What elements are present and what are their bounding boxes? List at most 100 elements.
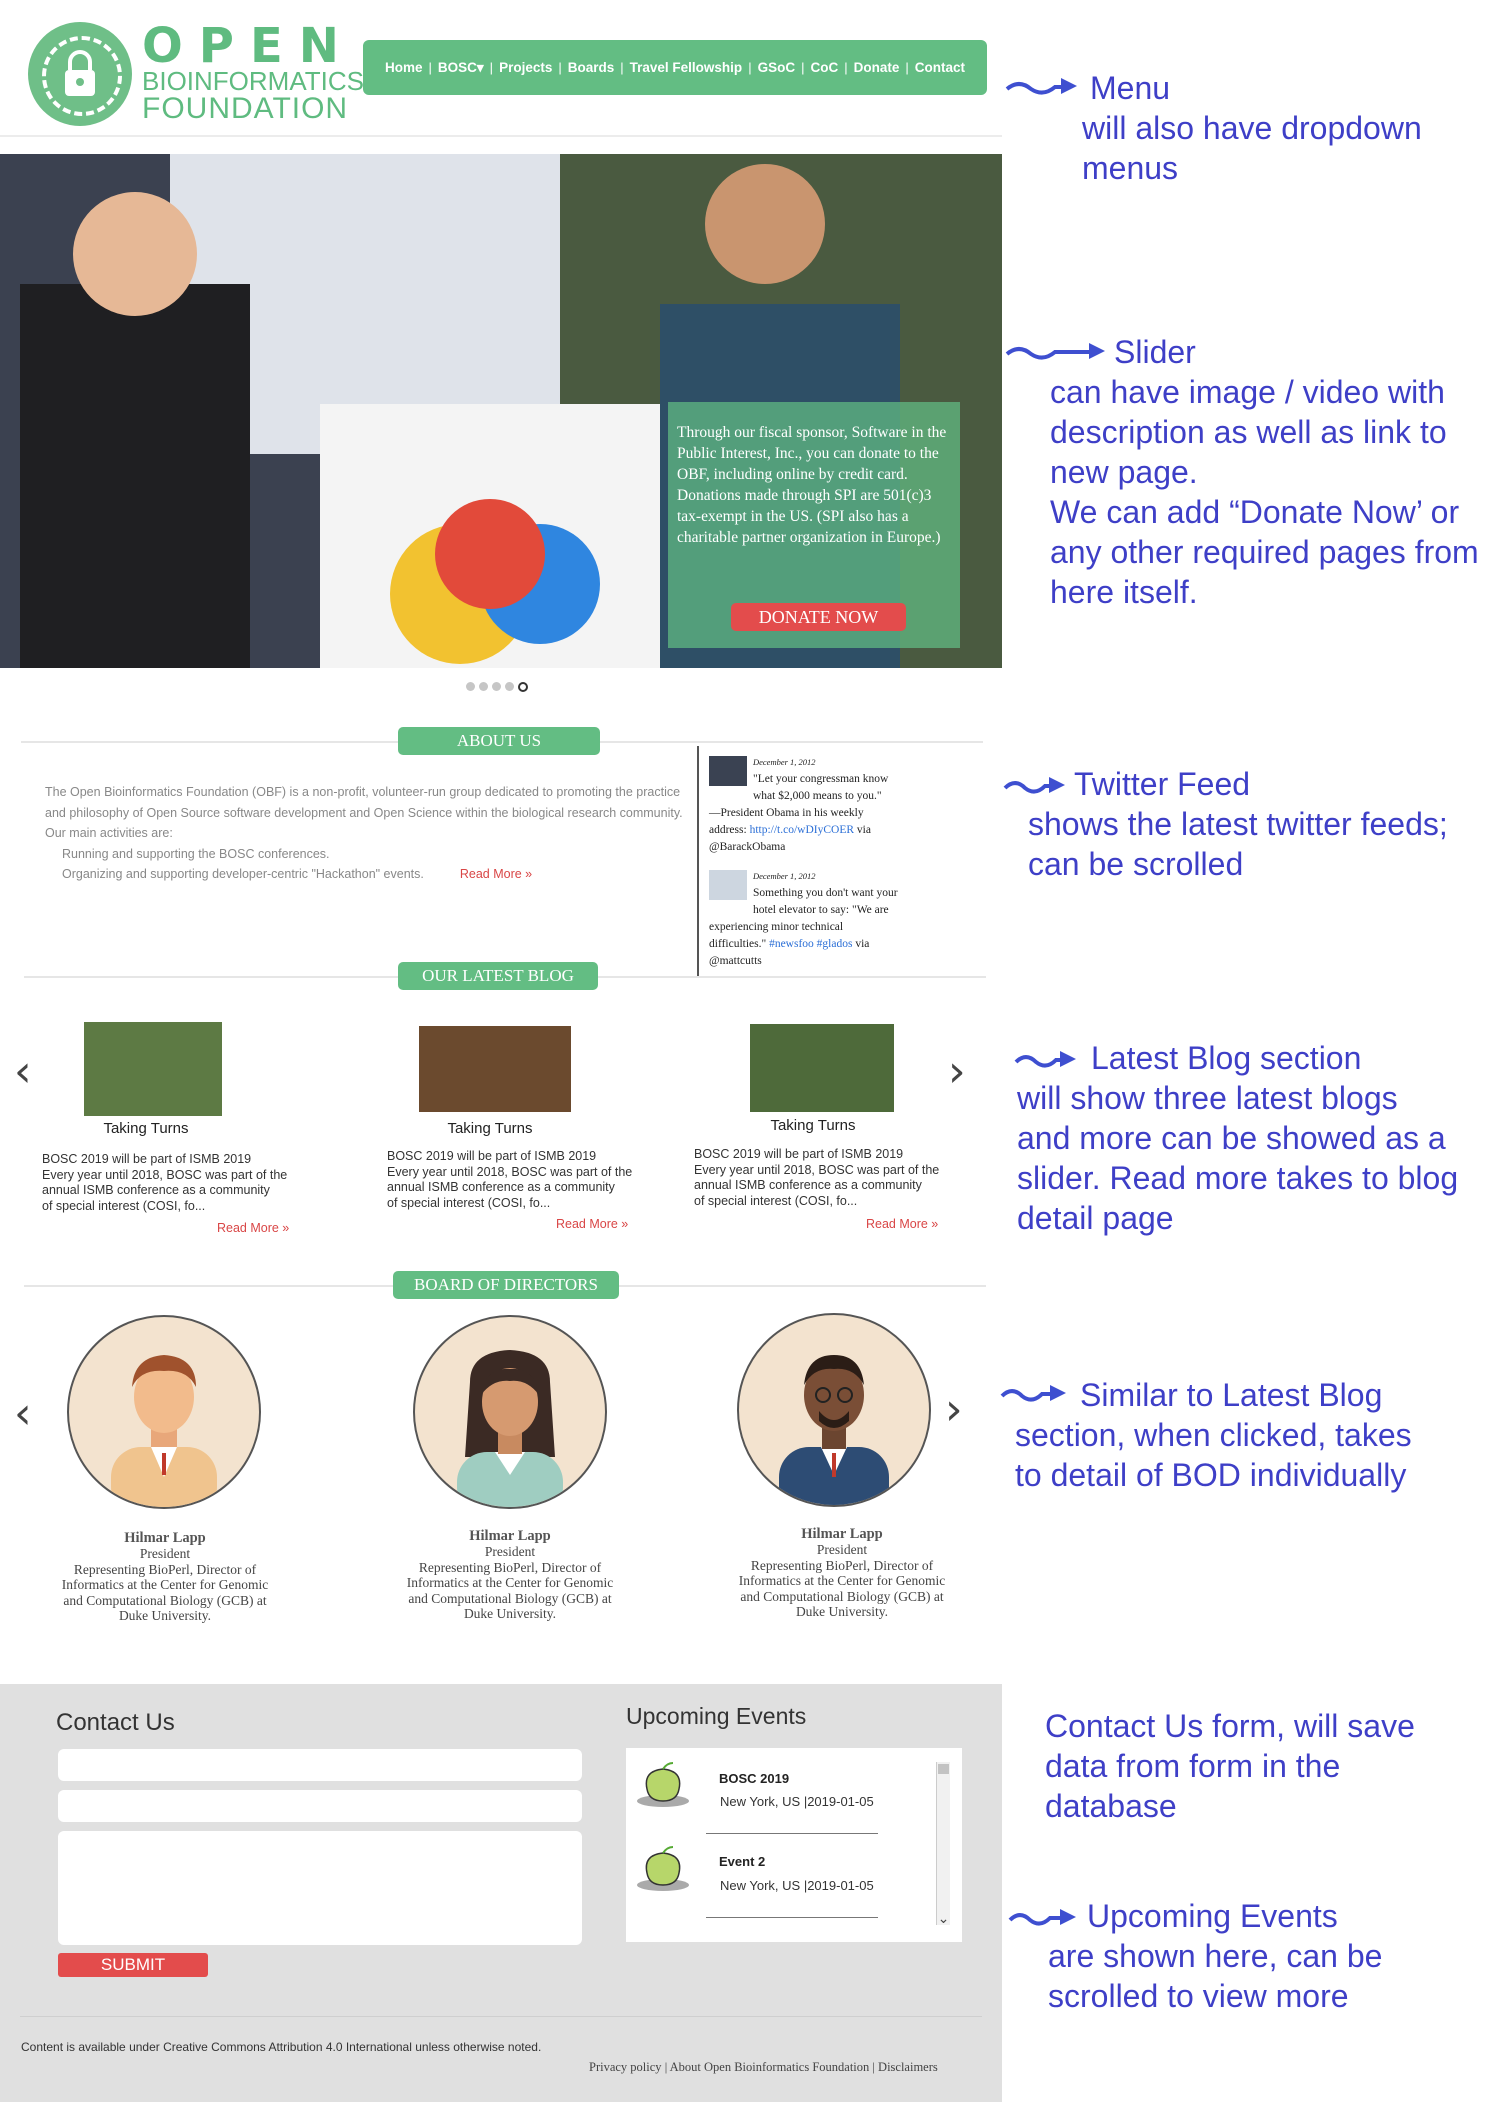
blog-next-arrow-icon[interactable]: › xyxy=(948,1050,966,1094)
annotation-events: Upcoming Events are shown here, can be s… xyxy=(1048,1898,1383,2014)
hashtag-link[interactable]: #glados xyxy=(817,938,853,950)
privacy-policy-link[interactable]: Privacy policy xyxy=(589,2060,662,2074)
slider-dot[interactable] xyxy=(492,682,501,691)
annotation-twitter: Twitter Feed shows the latest twitter fe… xyxy=(1028,766,1448,882)
about-heading: ABOUT US xyxy=(398,727,600,755)
scrollbar-thumb[interactable] xyxy=(938,1764,949,1774)
blog-thumbnail[interactable] xyxy=(84,1022,222,1116)
license-text: Content is available under Creative Comm… xyxy=(21,2040,542,2054)
event-name[interactable]: Event 2 xyxy=(719,1854,765,1869)
contact-heading: Contact Us xyxy=(56,1709,175,1736)
about-body: The Open Bioinformatics Foundation (OBF)… xyxy=(45,782,685,885)
disclaimers-link[interactable]: Disclaimers xyxy=(878,2060,938,2074)
board-next-arrow-icon[interactable]: › xyxy=(945,1388,963,1432)
board-member-name[interactable]: Hilmar Lapp xyxy=(45,1530,285,1547)
blog-excerpt: BOSC 2019 will be part of ISMB 2019 Every… xyxy=(387,1149,633,1210)
tweet-text: experiencing minor technical xyxy=(709,921,844,933)
tweet-handle[interactable]: @mattcutts xyxy=(709,953,929,970)
footer-divider xyxy=(20,2016,982,2017)
header-divider xyxy=(0,135,1002,137)
tweet-link[interactable]: http://t.co/wDIyCOER xyxy=(750,824,854,836)
board-member-avatar[interactable] xyxy=(737,1313,931,1507)
event-name[interactable]: BOSC 2019 xyxy=(719,1771,789,1786)
about-activity: Running and supporting the BOSC conferen… xyxy=(62,846,330,861)
menu-item-donate[interactable]: Donate xyxy=(854,60,900,75)
tweet-text: address: http://t.co/wDIyCOER via xyxy=(709,824,871,836)
board-heading: BOARD OF DIRECTORS xyxy=(393,1271,619,1299)
event-divider xyxy=(706,1917,878,1918)
blog-read-more-link[interactable]: Read More » xyxy=(217,1221,289,1235)
avatar xyxy=(709,870,747,900)
blog-thumbnail[interactable] xyxy=(419,1026,571,1112)
tweet-text: difficulties." #newsfoo #glados via xyxy=(709,938,870,950)
event-meta: New York, US |2019-01-05 xyxy=(720,1794,874,1809)
board-member-description: President Representing BioPerl, Director … xyxy=(61,1546,269,1623)
events-heading: Upcoming Events xyxy=(626,1703,807,1729)
tweet-text: what $2,000 means to you." xyxy=(753,790,882,802)
annotation-arrow-icon xyxy=(1005,78,1077,95)
slider-dot-active[interactable] xyxy=(518,682,528,692)
about-paragraph: The Open Bioinformatics Foundation (OBF)… xyxy=(45,785,683,820)
blog-title[interactable]: Taking Turns xyxy=(410,1120,570,1137)
twitter-feed[interactable]: December 1, 2012 "Let your congressman k… xyxy=(697,746,929,978)
menu-item-travel-fellowship[interactable]: Travel Fellowship xyxy=(630,60,743,75)
main-menu: Home | BOSC▾ | Projects | Boards | Travel Fe… xyxy=(363,40,987,95)
logo-icon xyxy=(28,22,132,126)
about-obf-link[interactable]: About Open Bioinformatics Foundation xyxy=(670,2060,870,2074)
board-member-name[interactable]: Hilmar Lapp xyxy=(390,1528,630,1545)
contact-message-field[interactable] xyxy=(58,1831,582,1945)
scroll-down-icon[interactable]: ⌄ xyxy=(937,1910,950,1927)
blog-read-more-link[interactable]: Read More » xyxy=(866,1217,938,1231)
blog-prev-arrow-icon[interactable]: ‹ xyxy=(14,1050,32,1094)
annotation-blog: Latest Blog section will show three late… xyxy=(1017,1040,1459,1236)
about-activity: Organizing and supporting developer-cent… xyxy=(62,867,533,881)
tweet-text: —President Obama in his weekly xyxy=(709,807,864,819)
board-prev-arrow-icon[interactable]: ‹ xyxy=(14,1392,32,1436)
event-meta: New York, US |2019-01-05 xyxy=(720,1878,874,1893)
slider-dot[interactable] xyxy=(505,682,514,691)
blog-excerpt: BOSC 2019 will be part of ISMB 2019 Every… xyxy=(694,1147,940,1208)
chevron-down-icon: ▾ xyxy=(476,59,484,75)
about-activities-label: Our main activities are: xyxy=(45,826,173,840)
tweet-text: hotel elevator to say: "We are xyxy=(753,904,889,916)
slider-dots xyxy=(466,682,536,696)
tweet: December 1, 2012 "Let your congressman k… xyxy=(709,754,929,856)
contact-name-field[interactable] xyxy=(58,1749,582,1781)
board-member-name[interactable]: Hilmar Lapp xyxy=(722,1526,962,1543)
event-divider xyxy=(706,1833,878,1834)
board-member-avatar[interactable] xyxy=(413,1315,607,1509)
contact-email-field[interactable] xyxy=(58,1790,582,1822)
menu-item-boards[interactable]: Boards xyxy=(568,60,615,75)
menu-item-gsoc[interactable]: GSoC xyxy=(758,60,796,75)
menu-item-projects[interactable]: Projects xyxy=(499,60,552,75)
menu-item-bosc[interactable]: BOSC▾ xyxy=(438,60,484,76)
blog-heading: OUR LATEST BLOG xyxy=(398,962,598,990)
tweet-handle[interactable]: @BarackObama xyxy=(709,839,929,856)
slider-dot[interactable] xyxy=(479,682,488,691)
blog-title[interactable]: Taking Turns xyxy=(66,1120,226,1137)
slide-caption-text: Through our fiscal sponsor, Software in … xyxy=(677,424,947,546)
tweet: December 1, 2012 Something you don't wan… xyxy=(709,868,929,970)
avatar xyxy=(709,756,747,786)
menu-item-home[interactable]: Home xyxy=(385,60,423,75)
events-scrollbar[interactable]: ⌄ xyxy=(936,1762,950,1927)
pear-icon xyxy=(637,1762,689,1807)
donate-now-button[interactable]: DONATE NOW xyxy=(731,603,906,631)
slider-dot[interactable] xyxy=(466,682,475,691)
blog-read-more-link[interactable]: Read More » xyxy=(556,1217,628,1231)
blog-thumbnail[interactable] xyxy=(750,1024,894,1112)
blog-title[interactable]: Taking Turns xyxy=(733,1117,893,1134)
annotation-board: Similar to Latest Blog section, when cli… xyxy=(1015,1377,1412,1493)
board-member-description: President Representing BioPerl, Director … xyxy=(738,1542,946,1619)
submit-button[interactable]: SUBMIT xyxy=(58,1953,208,1977)
hashtag-link[interactable]: #newsfoo xyxy=(769,938,814,950)
board-member-avatar[interactable] xyxy=(67,1315,261,1509)
menu-item-contact[interactable]: Contact xyxy=(915,60,965,75)
about-read-more-link[interactable]: Read More » xyxy=(460,867,532,881)
annotation-contact: Contact Us form, will save data from for… xyxy=(1045,1708,1415,1824)
annotation-slider: Slider can have image / video with descr… xyxy=(1050,334,1479,610)
board-member-description: President Representing BioPerl, Director … xyxy=(406,1544,614,1621)
menu-item-coc[interactable]: CoC xyxy=(810,60,838,75)
footer-links: Privacy policy | About Open Bioinformati… xyxy=(589,2060,938,2074)
pear-icon xyxy=(637,1846,689,1891)
